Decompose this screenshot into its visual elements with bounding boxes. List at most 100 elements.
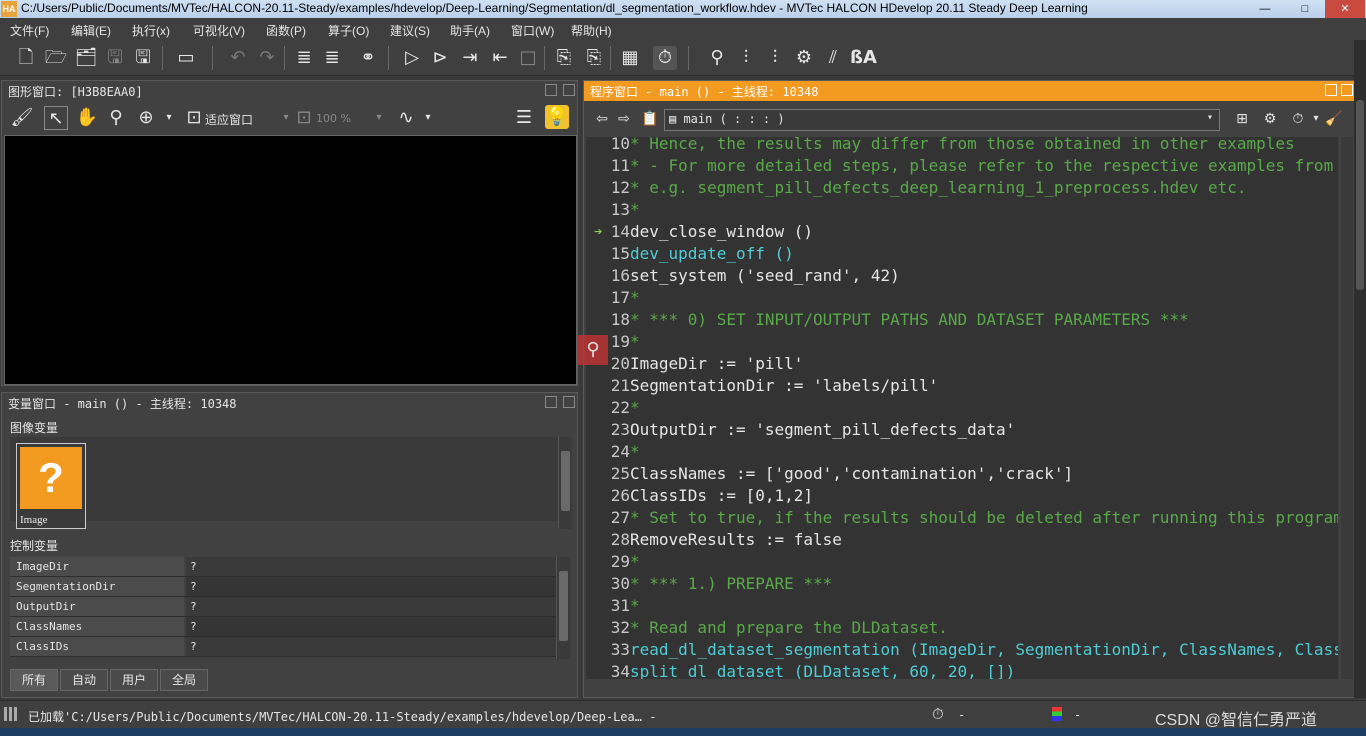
- code-text: *: [630, 288, 640, 307]
- menu-visualize[interactable]: 可视化(V): [193, 22, 245, 39]
- clear-window-icon[interactable]: 🖌: [10, 106, 34, 130]
- color-icon: [1052, 707, 1062, 721]
- chevron-down-icon[interactable]: ▾: [416, 106, 440, 130]
- hand-pan-icon[interactable]: ✋: [75, 106, 99, 130]
- step-over-icon[interactable]: ⊳: [428, 46, 452, 70]
- tab-all[interactable]: 所有: [10, 669, 58, 691]
- step-into-icon[interactable]: ⇥: [458, 46, 482, 70]
- feature-histogram-icon[interactable]: ⫽: [821, 46, 845, 70]
- run-icon[interactable]: ▷: [400, 46, 424, 70]
- code-editor[interactable]: 10 * Hence, the results may differ from t…: [586, 137, 1338, 679]
- forward-icon[interactable]: ⇨: [612, 107, 636, 131]
- outer-scrollbar[interactable]: [1354, 40, 1366, 698]
- reset-all-icon[interactable]: ⎘: [582, 46, 606, 70]
- chevron-down-icon[interactable]: ▾: [367, 106, 391, 130]
- line-profile-icon[interactable]: ⫶: [763, 46, 787, 70]
- table-row[interactable]: SegmentationDir ?: [10, 577, 556, 597]
- float-window-icon[interactable]: [1325, 84, 1337, 96]
- zoom-icon[interactable]: ⚲: [705, 46, 729, 70]
- zoom-in-icon[interactable]: ⊕: [134, 106, 158, 130]
- reset-program-icon[interactable]: ⎘: [552, 46, 576, 70]
- histogram-icon[interactable]: ⫶: [734, 46, 758, 70]
- magnifier-icon[interactable]: ⚲: [104, 106, 128, 130]
- new-file-icon[interactable]: 🗋: [14, 46, 38, 70]
- timer-value: -: [958, 708, 966, 722]
- menu-procedures[interactable]: 函数(P): [266, 22, 306, 39]
- float-window-icon[interactable]: [545, 84, 557, 96]
- search-icon[interactable]: ⚲: [578, 335, 608, 365]
- toolbar-separator: [688, 46, 689, 70]
- close-button[interactable]: ✕: [1325, 0, 1365, 18]
- draw-shape-icon[interactable]: ∿: [394, 106, 418, 130]
- menu-operators[interactable]: 算子(O): [328, 22, 369, 39]
- line-number: 21: [610, 376, 630, 395]
- broom-icon[interactable]: 🧹: [1322, 107, 1346, 131]
- zoom-factor-value[interactable]: 100 %: [316, 112, 351, 125]
- iconic-variables-label: 图像变量: [10, 421, 59, 435]
- close-window-icon[interactable]: [1341, 84, 1353, 96]
- back-icon[interactable]: ⇦: [590, 107, 614, 131]
- table-row[interactable]: ClassNames ?: [10, 617, 556, 637]
- menu-window[interactable]: 窗口(W): [511, 22, 554, 39]
- tab-global[interactable]: 全局: [160, 669, 208, 691]
- float-window-icon[interactable]: [545, 396, 557, 408]
- profiler-icon[interactable]: ⏱: [653, 46, 677, 70]
- procedure-select[interactable]: ▤ main ( : : : ) ▾: [664, 109, 1220, 131]
- table-row[interactable]: ClassIDs ?: [10, 637, 556, 657]
- lightbulb-icon[interactable]: 💡: [545, 105, 569, 129]
- tab-auto[interactable]: 自动: [60, 669, 108, 691]
- open-file-icon[interactable]: 🗁: [44, 46, 68, 70]
- close-window-icon[interactable]: [563, 396, 575, 408]
- save-all-icon[interactable]: 🖫: [131, 46, 155, 70]
- code-text: *: [630, 596, 640, 615]
- control-scrollbar[interactable]: [556, 557, 570, 659]
- variable-value: ?: [186, 577, 556, 596]
- open-example-icon[interactable]: 🗂: [74, 46, 98, 70]
- variable-value: ?: [186, 597, 556, 616]
- gray-value-icon[interactable]: ⚙: [792, 46, 816, 70]
- clipboard-icon[interactable]: 📋: [638, 107, 662, 131]
- pointer-icon[interactable]: ↖: [44, 106, 68, 130]
- image-variable-thumbnail[interactable]: ? Image: [16, 443, 86, 529]
- iconic-scrollbar[interactable]: [558, 437, 572, 529]
- menu-help[interactable]: 帮助(H): [571, 22, 612, 39]
- ocr-icon[interactable]: ßA: [850, 46, 877, 70]
- delete-procedure-icon[interactable]: ≣: [320, 46, 344, 70]
- graphics-canvas[interactable]: [4, 135, 577, 385]
- step-out-icon[interactable]: ⇤: [488, 46, 512, 70]
- binoculars-icon[interactable]: ⚭: [356, 46, 380, 70]
- set-breakpoint-icon[interactable]: ▦: [618, 46, 642, 70]
- tab-user[interactable]: 用户: [110, 669, 158, 691]
- line-number: 30: [610, 574, 630, 593]
- menu-file[interactable]: 文件(F): [10, 22, 49, 39]
- graphics-window-title: 图形窗口: [H3B8EAA0]: [8, 85, 143, 99]
- menu-edit[interactable]: 编辑(E): [71, 22, 111, 39]
- redo-icon[interactable]: ↷: [255, 46, 279, 70]
- save-icon[interactable]: 🖫: [103, 46, 127, 70]
- menu-suggestions[interactable]: 建议(S): [390, 22, 430, 39]
- menu-assistants[interactable]: 助手(A): [450, 22, 490, 39]
- minimize-button[interactable]: —: [1245, 0, 1285, 18]
- insert-procedure-icon[interactable]: ≣: [292, 46, 316, 70]
- line-number: 16: [610, 266, 630, 285]
- program-counter-icon: ➔: [594, 224, 603, 240]
- code-text: * *** 0) SET INPUT/OUTPUT PATHS AND DATA…: [630, 310, 1189, 329]
- record-icon[interactable]: ▭: [174, 46, 198, 70]
- show-variables-icon[interactable]: ⚙: [1258, 107, 1282, 131]
- chevron-down-icon[interactable]: ▾: [157, 106, 181, 130]
- fit-window-label[interactable]: 适应窗口: [205, 111, 253, 128]
- code-text: dev_update_off (): [630, 244, 794, 263]
- code-scrollbar[interactable]: [1341, 137, 1353, 679]
- undo-icon[interactable]: ↶: [226, 46, 250, 70]
- table-row[interactable]: ImageDir ?: [10, 557, 556, 577]
- procedure-settings-icon[interactable]: ⊞: [1230, 107, 1254, 131]
- maximize-button[interactable]: □: [1285, 0, 1325, 18]
- fit-window-icon[interactable]: ⊡: [182, 106, 206, 130]
- table-row[interactable]: OutputDir ?: [10, 597, 556, 617]
- stop-icon[interactable]: □: [516, 46, 540, 70]
- line-number: 28: [610, 530, 630, 549]
- menu-execute[interactable]: 执行(x): [132, 22, 170, 39]
- close-window-icon[interactable]: [563, 84, 575, 96]
- variable-value: ?: [186, 617, 556, 636]
- layers-icon[interactable]: ☰: [512, 106, 536, 130]
